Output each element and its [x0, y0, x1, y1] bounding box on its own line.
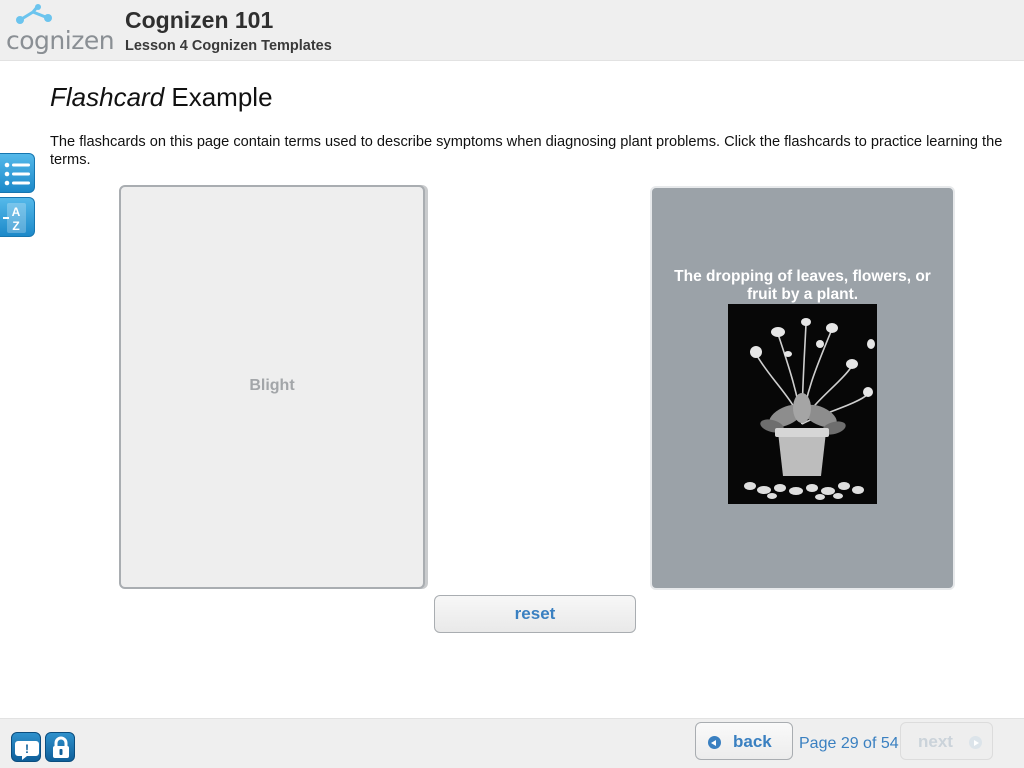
flashcard-back[interactable]: The dropping of leaves, flowers, or frui… [650, 186, 955, 590]
page-title-italic: Flashcard [50, 82, 165, 112]
next-label: next [918, 732, 953, 751]
page-title-rest: Example [164, 82, 273, 112]
help-icon: ! [15, 741, 39, 760]
lock-icon [53, 736, 69, 758]
back-label: back [733, 732, 772, 751]
flashcard-term: Blight [249, 377, 295, 394]
potted-plant-photo [728, 304, 877, 504]
instructions-text: The flashcards on this page contain term… [50, 134, 1003, 168]
plant-illustration [728, 304, 877, 504]
back-arrow-icon [708, 736, 721, 749]
lock-button[interactable] [45, 732, 75, 762]
next-button[interactable]: next [900, 722, 993, 760]
a-z-glossary-icon: A Z [3, 203, 26, 233]
svg-text:Z: Z [12, 219, 19, 233]
reset-button[interactable]: reset [434, 595, 636, 633]
svg-text:!: ! [25, 742, 29, 756]
flashcard-front[interactable]: Blight [119, 185, 425, 589]
back-button[interactable]: back [695, 722, 793, 760]
table-of-contents-button[interactable] [0, 153, 35, 193]
header-bar: cognizen Cognizen 101 Lesson 4 Cognizen … [0, 0, 1024, 61]
logo-text: cognizen [6, 26, 115, 55]
glossary-button[interactable]: A Z [0, 197, 35, 237]
flashcard-definition: The dropping of leaves, flowers, or frui… [674, 268, 931, 303]
page-indicator: Page 29 of 54 [799, 735, 899, 752]
help-button[interactable]: ! [11, 732, 41, 762]
list-icon [4, 162, 30, 186]
course-title: Cognizen 101 [125, 7, 274, 33]
next-arrow-icon [969, 736, 982, 749]
lesson-title: Lesson 4 Cognizen Templates [125, 38, 332, 54]
page-title: Flashcard Example [50, 82, 273, 113]
footer-bar: ! back Page 29 of 54 next [0, 718, 1024, 768]
svg-text:A: A [12, 205, 21, 219]
cognizen-logo: cognizen [6, 4, 118, 60]
